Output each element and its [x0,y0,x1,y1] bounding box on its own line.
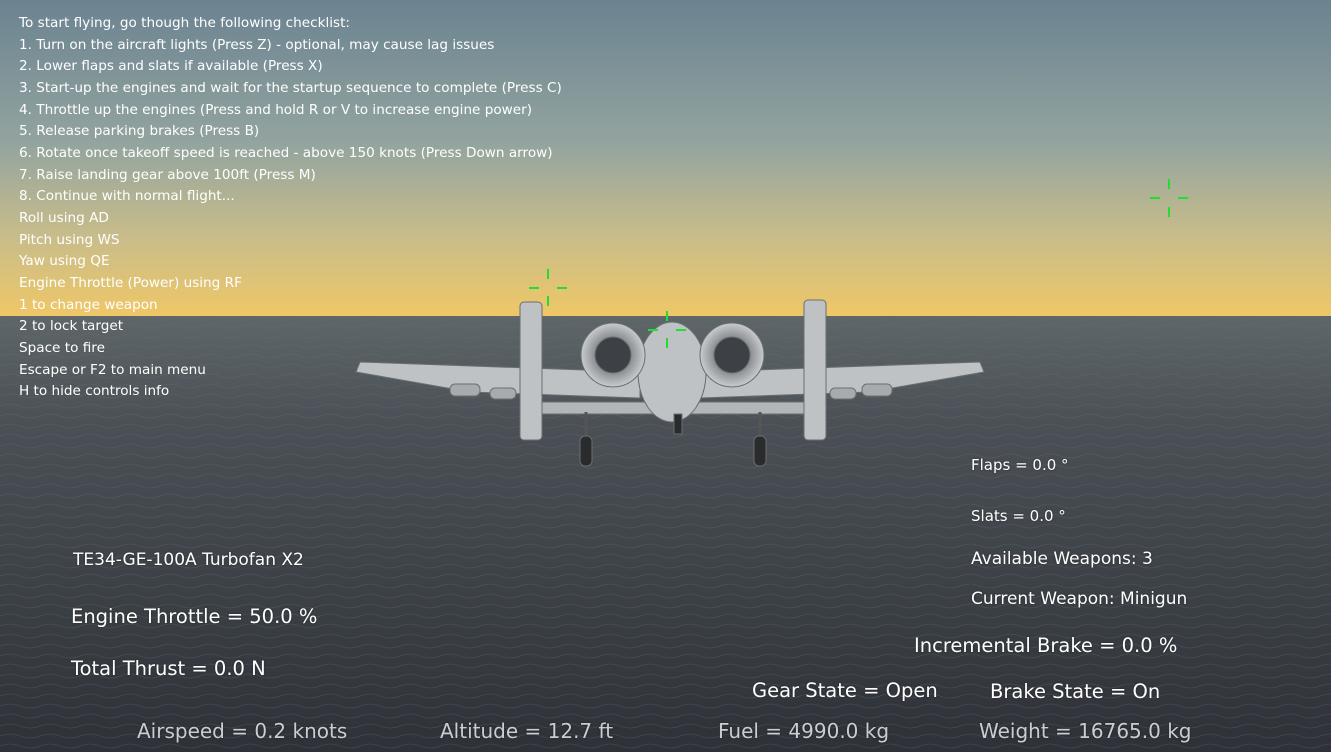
controls-info-line: 1 to change weapon [19,296,158,313]
controls-info-line: 6. Rotate once takeoff speed is reached … [19,144,553,161]
controls-info-line: 1. Turn on the aircraft lights (Press Z)… [19,36,495,53]
controls-info-line: 8. Continue with normal flight... [19,188,235,205]
slats-readout: Slats = 0.0 ° [971,507,1066,525]
controls-info-line: Engine Throttle (Power) using RF [19,274,242,291]
controls-info-line: Space to fire [19,339,105,356]
weight-readout: Weight = 16765.0 kg [979,719,1192,743]
controls-info-line: 2. Lower flaps and slats if available (P… [19,58,323,75]
altitude-readout: Altitude = 12.7 ft [440,719,614,743]
airspeed-readout: Airspeed = 0.2 knots [137,719,348,743]
controls-info-line: 3. Start-up the engines and wait for the… [19,79,562,96]
controls-info: To start flying, go though the following… [19,13,562,403]
brake-state-readout: Brake State = On [990,680,1161,703]
controls-info-line: Roll using AD [19,209,109,226]
fuselage [637,321,707,423]
flaps-readout: Flaps = 0.0 ° [971,456,1069,474]
left-gear [579,435,593,467]
controls-info-line: 2 to lock target [19,318,124,335]
engine-throttle-readout: Engine Throttle = 50.0 % [71,605,318,628]
available-weapons-readout: Available Weapons: 3 [971,549,1153,569]
controls-info-line: To start flying, go though the following… [19,15,351,31]
controls-info-line: Pitch using WS [19,231,120,248]
gear-state-readout: Gear State = Open [752,679,938,702]
total-thrust-readout: Total Thrust = 0.0 N [71,657,266,680]
controls-info-line: 7. Raise landing gear above 100ft (Press… [19,166,316,183]
incremental-brake-readout: Incremental Brake = 0.0 % [914,634,1178,657]
right-gear [753,435,767,467]
controls-info-line: Escape or F2 to main menu [19,361,206,378]
controls-info-line: 4. Throttle up the engines (Press and ho… [19,101,533,118]
engine-name: TE34-GE-100A Turbofan X2 [73,550,304,570]
current-weapon-readout: Current Weapon: Minigun [971,589,1188,609]
controls-info-line: 5. Release parking brakes (Press B) [19,123,260,140]
right-tail [803,299,827,441]
controls-info-line: Yaw using QE [19,253,110,270]
fuel-readout: Fuel = 4990.0 kg [718,719,890,743]
controls-info-line: H to hide controls info [19,383,170,400]
